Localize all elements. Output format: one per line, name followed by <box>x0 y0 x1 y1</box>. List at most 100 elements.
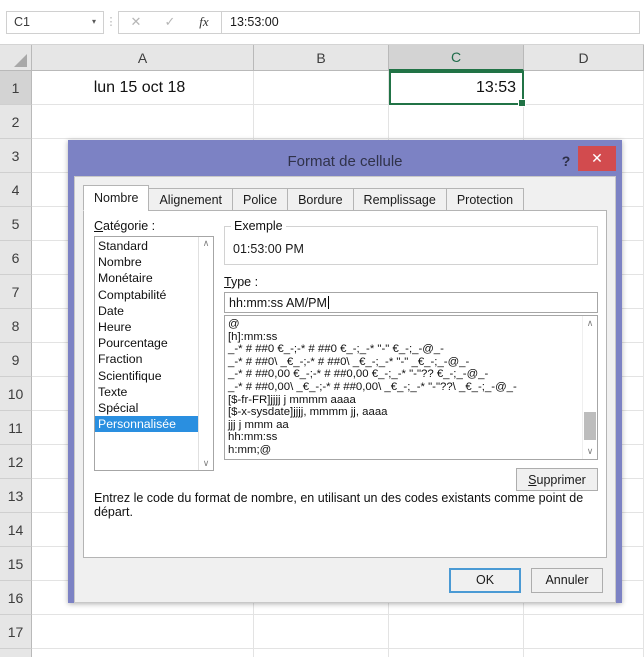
cell-c17[interactable] <box>389 615 524 649</box>
cancel-button[interactable]: Annuler <box>531 567 603 593</box>
row-header-15[interactable]: 15 <box>0 547 32 581</box>
row-header-13[interactable]: 13 <box>0 479 32 513</box>
format-code-item[interactable]: _-* # ##0\ _€_-;-* # ##0\ _€_-;_-* "-" _… <box>228 356 582 369</box>
format-code-item[interactable]: h:mm;@ <box>228 444 582 457</box>
category-listbox[interactable]: Standard Nombre Monétaire Comptabilité D… <box>94 236 214 471</box>
tab-police[interactable]: Police <box>232 188 289 211</box>
ok-button[interactable]: OK <box>449 567 521 593</box>
nombre-tab-panel: Catégorie : Standard Nombre Monétaire Co… <box>83 210 607 558</box>
type-label: Type : <box>224 275 259 289</box>
dialog-title: Format de cellule <box>287 152 403 170</box>
format-code-item[interactable]: _-* # ##0 €_-;-* # ##0 €_-;_-* "-" €_-;_… <box>228 343 582 356</box>
cell-a17[interactable] <box>32 615 254 649</box>
help-icon[interactable]: ? <box>556 150 576 172</box>
delete-button[interactable]: Supprimer <box>516 468 598 491</box>
row-header-14[interactable]: 14 <box>0 513 32 547</box>
format-code-item[interactable]: _-* # ##0,00 €_-;-* # ##0,00 €_-;_-* "-"… <box>228 368 582 381</box>
category-item-nombre[interactable]: Nombre <box>95 254 198 270</box>
format-code-item[interactable]: _-* # ##0,00\ _€_-;-* # ##0,00\ _€_-;_-*… <box>228 381 582 394</box>
cell-d17[interactable] <box>524 615 644 649</box>
category-item-personnalisee[interactable]: Personnalisée <box>95 416 198 433</box>
cell-a18[interactable] <box>32 649 254 657</box>
category-item-date[interactable]: Date <box>95 303 198 319</box>
cell-b1[interactable] <box>254 71 389 105</box>
cell-a1[interactable]: lun 15 oct 18 <box>32 71 254 105</box>
row-header-9[interactable]: 9 <box>0 343 32 377</box>
category-item-fraction[interactable]: Fraction <box>95 351 198 367</box>
tab-remplissage[interactable]: Remplissage <box>352 188 447 211</box>
category-item-monetaire[interactable]: Monétaire <box>95 270 198 286</box>
row-header-8[interactable]: 8 <box>0 309 32 343</box>
row-header-1[interactable]: 1 <box>0 71 32 105</box>
name-box[interactable]: C1 ▾ <box>6 10 104 34</box>
format-code-scrollbar[interactable]: ∧ ∨ <box>582 316 597 459</box>
name-box-value: C1 <box>14 15 30 29</box>
category-item-scientifique[interactable]: Scientifique <box>95 368 198 384</box>
cancel-entry-icon[interactable]: ✕ <box>119 12 153 33</box>
cell-d2[interactable] <box>524 105 644 139</box>
sheet-row-2: 2 <box>0 105 644 139</box>
scroll-up-icon[interactable]: ∧ <box>203 239 210 248</box>
row-header-10[interactable]: 10 <box>0 377 32 411</box>
formula-action-buttons: ✕ ✓ fx <box>118 10 221 34</box>
type-input[interactable]: hh:mm:ss AM/PM <box>224 292 598 313</box>
row-header-7[interactable]: 7 <box>0 275 32 309</box>
category-item-heure[interactable]: Heure <box>95 319 198 335</box>
row-header-6[interactable]: 6 <box>0 241 32 275</box>
scrollbar-thumb[interactable] <box>584 412 596 440</box>
row-header-12[interactable]: 12 <box>0 445 32 479</box>
tab-protection[interactable]: Protection <box>445 188 525 211</box>
format-code-item[interactable]: @ <box>228 318 582 331</box>
row-header-18[interactable]: 18 <box>0 649 32 657</box>
format-code-item[interactable]: [h]:mm:ss <box>228 331 582 344</box>
cell-b17[interactable] <box>254 615 389 649</box>
scroll-up-icon[interactable]: ∧ <box>583 318 597 329</box>
category-item-special[interactable]: Spécial <box>95 400 198 416</box>
cell-d18[interactable] <box>524 649 644 657</box>
close-icon[interactable]: ✕ <box>578 146 616 171</box>
format-code-item[interactable]: [$-x-sysdate]jjjj, mmmm jj, aaaa <box>228 406 582 419</box>
insert-function-icon[interactable]: fx <box>187 12 221 33</box>
dialog-footer: OK Annuler <box>75 558 615 602</box>
cell-a2[interactable] <box>32 105 254 139</box>
tab-bordure[interactable]: Bordure <box>287 188 354 211</box>
cell-c2[interactable] <box>389 105 524 139</box>
formula-input[interactable]: 13:53:00 <box>221 10 640 34</box>
column-header-a[interactable]: A <box>32 45 254 71</box>
cell-d1[interactable] <box>524 71 644 105</box>
dialog-body: Nombre Alignement Police Bordure Remplis… <box>74 176 616 603</box>
row-header-16[interactable]: 16 <box>0 581 32 615</box>
category-item-pourcentage[interactable]: Pourcentage <box>95 335 198 351</box>
row-header-3[interactable]: 3 <box>0 139 32 173</box>
scroll-down-icon[interactable]: ∨ <box>203 459 210 468</box>
tab-alignement[interactable]: Alignement <box>148 188 234 211</box>
format-code-item[interactable]: hh:mm:ss <box>228 431 582 444</box>
cell-b18[interactable] <box>254 649 389 657</box>
format-code-listbox[interactable]: @ [h]:mm:ss _-* # ##0 €_-;-* # ##0 €_-;_… <box>224 315 598 460</box>
category-scrollbar[interactable]: ∧ ∨ <box>198 237 213 470</box>
scroll-down-icon[interactable]: ∨ <box>583 446 597 457</box>
cell-b2[interactable] <box>254 105 389 139</box>
format-code-item[interactable]: jjj j mmm aa <box>228 419 582 432</box>
chevron-down-icon[interactable]: ▾ <box>85 18 103 26</box>
category-item-comptabilite[interactable]: Comptabilité <box>95 287 198 303</box>
format-code-item[interactable]: [$-fr-FR]jjjj j mmmm aaaa <box>228 394 582 407</box>
row-header-4[interactable]: 4 <box>0 173 32 207</box>
tab-nombre[interactable]: Nombre <box>83 185 150 211</box>
cell-c1[interactable]: 13:53 <box>389 71 526 107</box>
column-header-c[interactable]: C <box>389 45 524 71</box>
cell-c18[interactable] <box>389 649 524 657</box>
row-header-11[interactable]: 11 <box>0 411 32 445</box>
row-header-2[interactable]: 2 <box>0 105 32 139</box>
category-label: Catégorie : <box>94 219 156 233</box>
row-header-5[interactable]: 5 <box>0 207 32 241</box>
category-item-standard[interactable]: Standard <box>95 238 198 254</box>
type-input-value: hh:mm:ss AM/PM <box>229 295 327 310</box>
confirm-entry-icon[interactable]: ✓ <box>153 12 187 33</box>
column-header-d[interactable]: D <box>524 45 644 71</box>
column-header-b[interactable]: B <box>254 45 389 71</box>
row-header-17[interactable]: 17 <box>0 615 32 649</box>
select-all-corner-icon[interactable] <box>0 45 32 71</box>
dialog-tabs: Nombre Alignement Police Bordure Remplis… <box>83 185 615 211</box>
category-item-texte[interactable]: Texte <box>95 384 198 400</box>
